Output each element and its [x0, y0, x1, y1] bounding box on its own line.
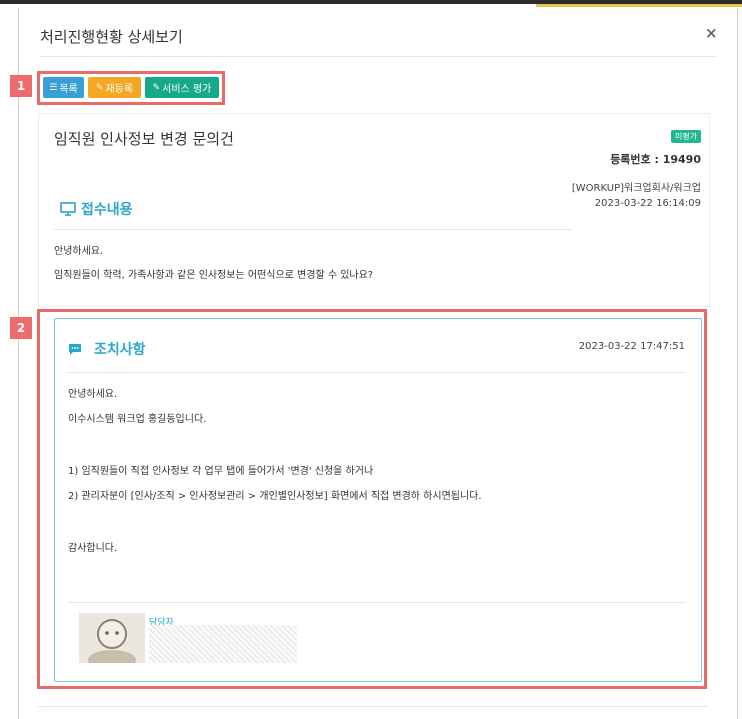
- modal-title: 처리진행현황 상세보기: [40, 28, 183, 46]
- action-datetime: 2023-03-22 17:47:51: [578, 341, 685, 352]
- request-line: 임직원들이 학력, 가족사항과 같은 인사정보는 어떤식으로 변경할 수 있나요…: [54, 270, 374, 281]
- avatar: [79, 613, 145, 663]
- company-name: [WORKUP]워크업회사/워크업: [571, 183, 701, 194]
- edit-icon: ✎: [152, 82, 161, 93]
- action-line: 2) 관리자분이 [인사/조직 > 인사정보관리 > 개인별인사정보] 화면에서…: [68, 491, 482, 502]
- comment-icon: [69, 343, 81, 355]
- callout-2: 2: [10, 317, 32, 339]
- assignee-divider: [68, 602, 686, 603]
- list-icon: ☰: [49, 82, 58, 93]
- action-line: 안녕하세요.: [68, 389, 118, 400]
- request-title: 임직원 인사정보 변경 문의건: [54, 130, 234, 148]
- action-line: 이수시스템 워크업 홍길동입니다.: [68, 414, 207, 425]
- callout-1: 1: [10, 75, 32, 97]
- header-divider: [40, 56, 716, 57]
- monitor-icon: [60, 202, 76, 216]
- action-line: 1) 임직원들이 직접 인사정보 각 업무 탭에 들어가서 '변경' 신청을 하…: [68, 466, 374, 477]
- redacted-assignee-info: [149, 625, 297, 663]
- request-line: 안녕하세요.: [54, 246, 104, 257]
- bottom-divider: [38, 706, 708, 707]
- registration-number: 등록번호 : 19490: [610, 153, 701, 166]
- received-section-title: 접수내용: [60, 199, 133, 219]
- user-avatar-icon: [79, 613, 145, 663]
- action-line: 감사합니다.: [68, 543, 118, 554]
- request-meta: [WORKUP]워크업회사/워크업 2023-03-22 16:14:09: [572, 181, 701, 211]
- action-section-title: 조치사항: [68, 339, 146, 359]
- list-button[interactable]: ☰ 목록: [43, 77, 84, 98]
- reregister-button[interactable]: ✎ 재등록: [88, 77, 141, 98]
- action-divider: [68, 372, 686, 373]
- close-icon[interactable]: ×: [705, 24, 718, 42]
- service-evaluate-button[interactable]: ✎ 서비스 평가: [145, 77, 219, 98]
- background-accent-strip: [536, 4, 742, 7]
- section-divider: [54, 229, 572, 230]
- status-badge: 미평가: [671, 130, 702, 143]
- edit-icon: ✎: [95, 82, 104, 93]
- request-datetime: 2023-03-22 16:14:09: [594, 198, 701, 209]
